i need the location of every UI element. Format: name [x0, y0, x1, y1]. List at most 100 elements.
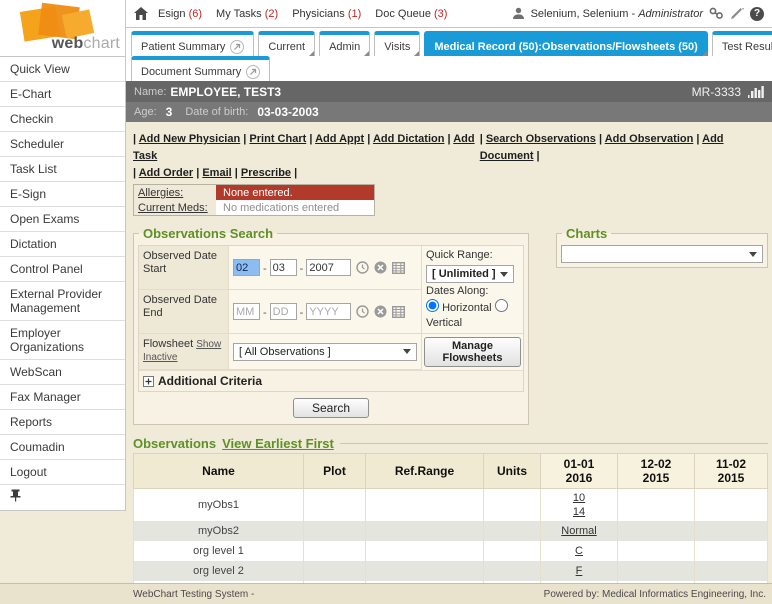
end-month-input[interactable] [233, 303, 260, 320]
table-row: org level 1 C [134, 541, 768, 561]
chevron-down-icon [403, 349, 411, 354]
end-clear-icon[interactable] [374, 305, 387, 318]
webchart-logo[interactable]: webchart [0, 0, 126, 57]
allergies-value: None entered. [216, 185, 374, 200]
prescribe-link[interactable]: Prescribe [241, 167, 291, 179]
sidebar-item-e-chart[interactable]: E-Chart [0, 82, 125, 107]
sidebar-item-e-sign[interactable]: E-Sign [0, 182, 125, 207]
footer-left: WebChart Testing System - [133, 589, 254, 600]
doc-queue-count: (3) [434, 8, 447, 20]
observed-date-start-label: Observed Date Start [139, 246, 229, 290]
shortcuts-link-icon[interactable] [709, 7, 724, 20]
print-chart-link[interactable]: Print Chart [249, 133, 306, 145]
charts-select[interactable] [561, 245, 763, 263]
additional-criteria-toggle[interactable]: Additional Criteria [139, 370, 523, 391]
view-earliest-first-link[interactable]: View Earliest First [222, 436, 334, 451]
tab-medical-record-observations[interactable]: Medical Record (50):Observations/Flowshe… [424, 31, 707, 56]
add-new-physician-link[interactable]: Add New Physician [139, 133, 240, 145]
top-navigation: Esign (6) My Tasks (2) Physicians (1) Do… [126, 0, 772, 28]
sidebar-item-checkin[interactable]: Checkin [0, 107, 125, 132]
start-calendar-icon[interactable] [392, 261, 405, 274]
tab-patient-summary[interactable]: Patient Summary [131, 31, 254, 56]
expand-plus-icon [143, 376, 154, 387]
observations-title: Observations [133, 436, 216, 451]
patient-dob: 03-03-2003 [257, 105, 318, 119]
flowsheet-select[interactable]: [ All Observations ] [233, 343, 417, 361]
email-link[interactable]: Email [202, 167, 231, 179]
sidebar-item-scheduler[interactable]: Scheduler [0, 132, 125, 157]
obs-value-link[interactable]: 10 [544, 491, 614, 505]
sidebar-item-dictation[interactable]: Dictation [0, 232, 125, 257]
observations-header: Observations View Earliest First [133, 436, 768, 451]
table-row: org level 2 F [134, 561, 768, 581]
tab-visits[interactable]: Visits [374, 31, 420, 56]
sidebar-item-task-list[interactable]: Task List [0, 157, 125, 182]
tab-document-summary[interactable]: Document Summary [131, 56, 270, 81]
sidebar-item-external-provider-management[interactable]: External Provider Management [0, 282, 125, 321]
manage-flowsheets-button[interactable]: Manage Flowsheets [424, 337, 521, 367]
add-dictation-link[interactable]: Add Dictation [373, 133, 445, 145]
tab-admin[interactable]: Admin [319, 31, 370, 56]
allergies-link[interactable]: Allergies: [138, 187, 183, 199]
sidebar-item-control-panel[interactable]: Control Panel [0, 257, 125, 282]
nav-physicians[interactable]: Physicians (1) [292, 8, 361, 20]
nav-doc-queue[interactable]: Doc Queue (3) [375, 8, 447, 20]
search-button[interactable]: Search [293, 398, 369, 418]
age-label: Age: [134, 106, 157, 118]
help-icon[interactable]: ? [750, 7, 764, 21]
logo-text-chart: chart [83, 35, 120, 52]
obs-value-link[interactable]: F [544, 564, 614, 578]
patient-chart-icon[interactable] [748, 85, 764, 98]
sidebar-item-employer-organizations[interactable]: Employer Organizations [0, 321, 125, 360]
sidebar-item-reports[interactable]: Reports [0, 410, 125, 435]
sidebar-item-webscan[interactable]: WebScan [0, 360, 125, 385]
obs-value-link[interactable]: 14 [544, 505, 614, 519]
tab-current[interactable]: Current [258, 31, 315, 56]
obs-value-link[interactable]: C [544, 544, 614, 558]
logo-text-web: web [52, 35, 84, 52]
tab-test-results[interactable]: Test Results [712, 31, 772, 56]
observations-table: Name Plot Ref.Range Units 01-01 2016 12-… [133, 453, 768, 604]
logged-in-user[interactable]: Selenium, Selenium - Administrator [531, 8, 703, 20]
current-meds-link[interactable]: Current Meds: [138, 202, 208, 214]
popout-icon[interactable] [230, 40, 244, 54]
user-role: Administrator [638, 8, 703, 20]
start-time-icon[interactable] [356, 261, 369, 274]
main-content: Add New Physician Print Chart Add Appt A… [126, 122, 772, 583]
sidebar-item-logout[interactable]: Logout [0, 460, 125, 485]
webchart-app: webchart Quick View E-Chart Checkin Sche… [0, 0, 772, 604]
nav-my-tasks[interactable]: My Tasks (2) [216, 8, 278, 20]
add-appt-link[interactable]: Add Appt [315, 133, 364, 145]
footer-right: Powered by: Medical Informatics Engineer… [544, 589, 766, 600]
tab-bar-row2: Document Summary [126, 56, 772, 81]
end-time-icon[interactable] [356, 305, 369, 318]
sidebar-item-quick-view[interactable]: Quick View [0, 57, 125, 82]
home-icon[interactable] [134, 7, 148, 20]
edit-wand-icon[interactable] [730, 7, 744, 20]
left-column: webchart Quick View E-Chart Checkin Sche… [0, 0, 126, 583]
horizontal-radio[interactable] [426, 299, 439, 312]
quick-range-select[interactable]: [ Unlimited ] [426, 265, 514, 283]
sidebar-item-open-exams[interactable]: Open Exams [0, 207, 125, 232]
end-calendar-icon[interactable] [392, 305, 405, 318]
sidebar: Quick View E-Chart Checkin Scheduler Tas… [0, 57, 126, 511]
end-day-input[interactable] [270, 303, 297, 320]
add-order-link[interactable]: Add Order [139, 167, 193, 179]
search-observations-link[interactable]: Search Observations [486, 133, 596, 145]
start-year-input[interactable] [306, 259, 351, 276]
dates-along-horizontal[interactable]: Horizontal [426, 302, 492, 314]
start-month-input[interactable] [233, 259, 260, 276]
sidebar-item-coumadin[interactable]: Coumadin [0, 435, 125, 460]
start-clear-icon[interactable] [374, 261, 387, 274]
vertical-radio[interactable] [495, 299, 508, 312]
nav-esign[interactable]: Esign (6) [158, 8, 202, 20]
add-observation-link[interactable]: Add Observation [605, 133, 694, 145]
end-year-input[interactable] [306, 303, 351, 320]
start-day-input[interactable] [270, 259, 297, 276]
popout-icon[interactable] [246, 65, 260, 79]
col-header-ref-range: Ref.Range [366, 454, 484, 489]
sidebar-pin-toggle[interactable] [0, 485, 125, 510]
allergy-meds-box: Allergies: None entered. Current Meds: N… [133, 184, 375, 216]
obs-value-link[interactable]: Normal [544, 524, 614, 538]
sidebar-item-fax-manager[interactable]: Fax Manager [0, 385, 125, 410]
